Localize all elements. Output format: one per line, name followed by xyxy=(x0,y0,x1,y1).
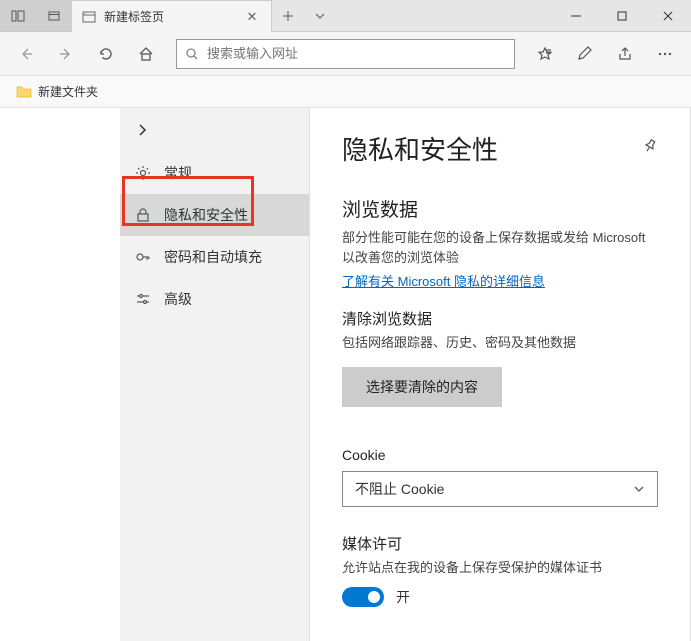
folder-icon xyxy=(16,85,32,98)
media-toggle[interactable] xyxy=(342,587,384,607)
clear-data-title: 清除浏览数据 xyxy=(342,308,658,329)
new-tab-button[interactable] xyxy=(272,0,304,32)
nav-label: 常规 xyxy=(164,163,192,183)
settings-sidebar: 常规 隐私和安全性 密码和自动填充 高级 xyxy=(120,108,310,641)
media-title: 媒体许可 xyxy=(342,533,658,554)
search-icon xyxy=(185,47,199,61)
back-button[interactable] xyxy=(8,36,44,72)
nav-label: 隐私和安全性 xyxy=(164,205,248,225)
settings-content: 隐私和安全性 浏览数据 部分性能可能在您的设备上保存数据或发给 Microsof… xyxy=(310,108,691,641)
titlebar: 新建标签页 ✕ xyxy=(0,0,691,32)
clear-data-desc: 包括网络跟踪器、历史、密码及其他数据 xyxy=(342,333,658,353)
nav-item-passwords[interactable]: 密码和自动填充 xyxy=(120,236,309,278)
share-button[interactable] xyxy=(607,36,643,72)
page-blank-area xyxy=(0,108,120,641)
sliders-icon xyxy=(134,290,152,308)
nav-back-button[interactable] xyxy=(120,108,309,152)
cookie-section: Cookie 不阻止 Cookie xyxy=(342,447,658,507)
window-controls xyxy=(553,0,691,31)
page-title: 隐私和安全性 xyxy=(342,130,498,167)
toolbar xyxy=(0,32,691,76)
browsing-data-section: 浏览数据 部分性能可能在您的设备上保存数据或发给 Microsoft 以改善您的… xyxy=(342,195,658,431)
tab-dropdown-button[interactable] xyxy=(304,0,336,32)
notes-button[interactable] xyxy=(567,36,603,72)
cookie-label: Cookie xyxy=(342,447,658,463)
forward-button[interactable] xyxy=(48,36,84,72)
key-icon xyxy=(134,248,152,266)
cookie-select[interactable]: 不阻止 Cookie xyxy=(342,471,658,507)
media-section: 媒体许可 允许站点在我的设备上保存受保护的媒体证书 开 xyxy=(342,533,658,608)
show-tabs-button[interactable] xyxy=(36,0,72,32)
favorites-folder[interactable]: 新建文件夹 xyxy=(38,83,98,100)
titlebar-left-buttons xyxy=(0,0,72,31)
media-desc: 允许站点在我的设备上保存受保护的媒体证书 xyxy=(342,558,658,578)
nav-label: 密码和自动填充 xyxy=(164,247,262,267)
tab-title: 新建标签页 xyxy=(104,8,235,25)
more-button[interactable] xyxy=(647,36,683,72)
home-button[interactable] xyxy=(128,36,164,72)
pin-button[interactable] xyxy=(642,138,658,159)
content-area: 常规 隐私和安全性 密码和自动填充 高级 隐私和安全性 xyxy=(0,108,691,641)
tab-actions xyxy=(272,0,336,31)
close-window-button[interactable] xyxy=(645,0,691,32)
gear-icon xyxy=(134,164,152,182)
chevron-down-icon xyxy=(633,483,645,495)
browser-tab[interactable]: 新建标签页 ✕ xyxy=(72,0,272,32)
tab-page-icon xyxy=(82,10,96,24)
refresh-button[interactable] xyxy=(88,36,124,72)
section-title: 浏览数据 xyxy=(342,195,658,222)
nav-item-general[interactable]: 常规 xyxy=(120,152,309,194)
section-desc: 部分性能可能在您的设备上保存数据或发给 Microsoft 以改善您的浏览体验 xyxy=(342,228,658,267)
cookie-value: 不阻止 Cookie xyxy=(355,479,444,499)
choose-clear-button[interactable]: 选择要清除的内容 xyxy=(342,367,502,407)
set-aside-tabs-button[interactable] xyxy=(0,0,36,32)
nav-item-advanced[interactable]: 高级 xyxy=(120,278,309,320)
addressbar[interactable] xyxy=(176,39,515,69)
favorites-button[interactable] xyxy=(527,36,563,72)
lock-icon xyxy=(134,206,152,224)
favorites-bar: 新建文件夹 xyxy=(0,76,691,108)
nav-label: 高级 xyxy=(164,289,192,309)
privacy-info-link[interactable]: 了解有关 Microsoft 隐私的详细信息 xyxy=(342,271,545,290)
minimize-button[interactable] xyxy=(553,0,599,32)
maximize-button[interactable] xyxy=(599,0,645,32)
address-input[interactable] xyxy=(207,46,506,61)
nav-item-privacy[interactable]: 隐私和安全性 xyxy=(120,194,309,236)
tab-close-button[interactable]: ✕ xyxy=(243,8,261,26)
toggle-label: 开 xyxy=(396,587,410,607)
